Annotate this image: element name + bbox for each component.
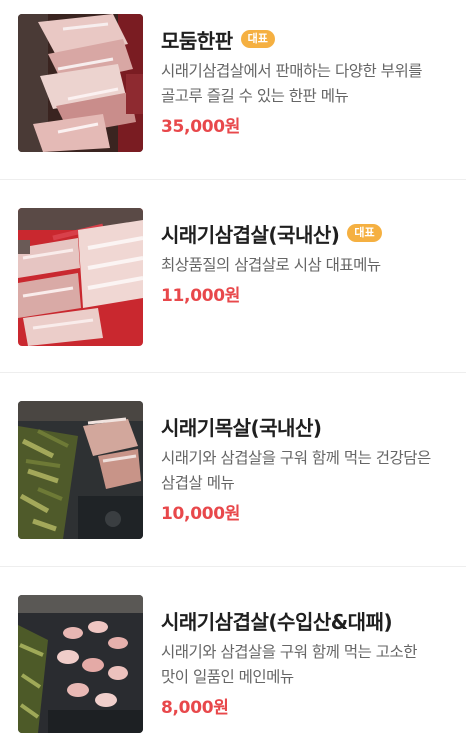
rolled-pork-on-grill-image xyxy=(18,595,143,733)
pork-belly-tray-image xyxy=(18,208,143,346)
menu-item-name: 시래기삼겹살(수입산&대패) xyxy=(161,609,393,634)
menu-item-description: 시래기와 삼겹살을 구워 함께 먹는 고소한 맛이 일품인 메인메뉴 xyxy=(161,643,418,686)
menu-item-photo[interactable] xyxy=(18,595,143,733)
menu-item[interactable]: 시래기삼겹살(국내산) 대표 최상품질의 삼겹살로 시삼 대표메뉴 11,000… xyxy=(0,180,466,373)
menu-item-price: 10,000원 xyxy=(161,504,241,524)
assorted-pork-platter-image xyxy=(18,14,143,152)
menu-item-info: 시래기삼겹살(수입산&대패) 시래기와 삼겹살을 구워 함께 먹는 고소한 맛이… xyxy=(161,605,452,719)
menu-item[interactable]: 모둠한판 대표 시래기삼겹살에서 판매하는 다양한 부위를 골고루 즐길 수 있… xyxy=(0,0,466,180)
menu-item-photo[interactable] xyxy=(18,14,143,152)
menu-item-name: 시래기목살(국내산) xyxy=(161,415,322,440)
menu-item-photo[interactable] xyxy=(18,401,143,539)
menu-item[interactable]: 시래기목살(국내산) 시래기와 삼겹살을 구워 함께 먹는 건강담은 삼겹살 메… xyxy=(0,373,466,567)
menu-item-price: 35,000원 xyxy=(161,117,241,137)
menu-item-name: 모둠한판 xyxy=(161,28,233,53)
menu-list: 모둠한판 대표 시래기삼겹살에서 판매하는 다양한 부위를 골고루 즐길 수 있… xyxy=(0,0,466,737)
grilled-neck-with-greens-image xyxy=(18,401,143,539)
menu-item-info: 모둠한판 대표 시래기삼겹살에서 판매하는 다양한 부위를 골고루 즐길 수 있… xyxy=(161,24,452,138)
menu-item-description: 시래기와 삼겹살을 구워 함께 먹는 건강담은 삼겹살 메뉴 xyxy=(161,449,431,492)
menu-item[interactable]: 시래기삼겹살(수입산&대패) 시래기와 삼겹살을 구워 함께 먹는 고소한 맛이… xyxy=(0,567,466,737)
menu-item-description: 시래기삼겹살에서 판매하는 다양한 부위를 골고루 즐길 수 있는 한판 메뉴 xyxy=(161,62,422,105)
signature-badge: 대표 xyxy=(347,224,382,242)
menu-item-info: 시래기목살(국내산) 시래기와 삼겹살을 구워 함께 먹는 건강담은 삼겹살 메… xyxy=(161,411,452,525)
menu-item-price: 8,000원 xyxy=(161,698,229,718)
signature-badge: 대표 xyxy=(240,30,275,48)
menu-item-description: 최상품질의 삼겹살로 시삼 대표메뉴 xyxy=(161,256,381,274)
menu-item-photo[interactable] xyxy=(18,208,143,346)
menu-item-name: 시래기삼겹살(국내산) xyxy=(161,222,340,247)
menu-item-info: 시래기삼겹살(국내산) 대표 최상품질의 삼겹살로 시삼 대표메뉴 11,000… xyxy=(161,218,452,306)
menu-item-price: 11,000원 xyxy=(161,286,241,306)
